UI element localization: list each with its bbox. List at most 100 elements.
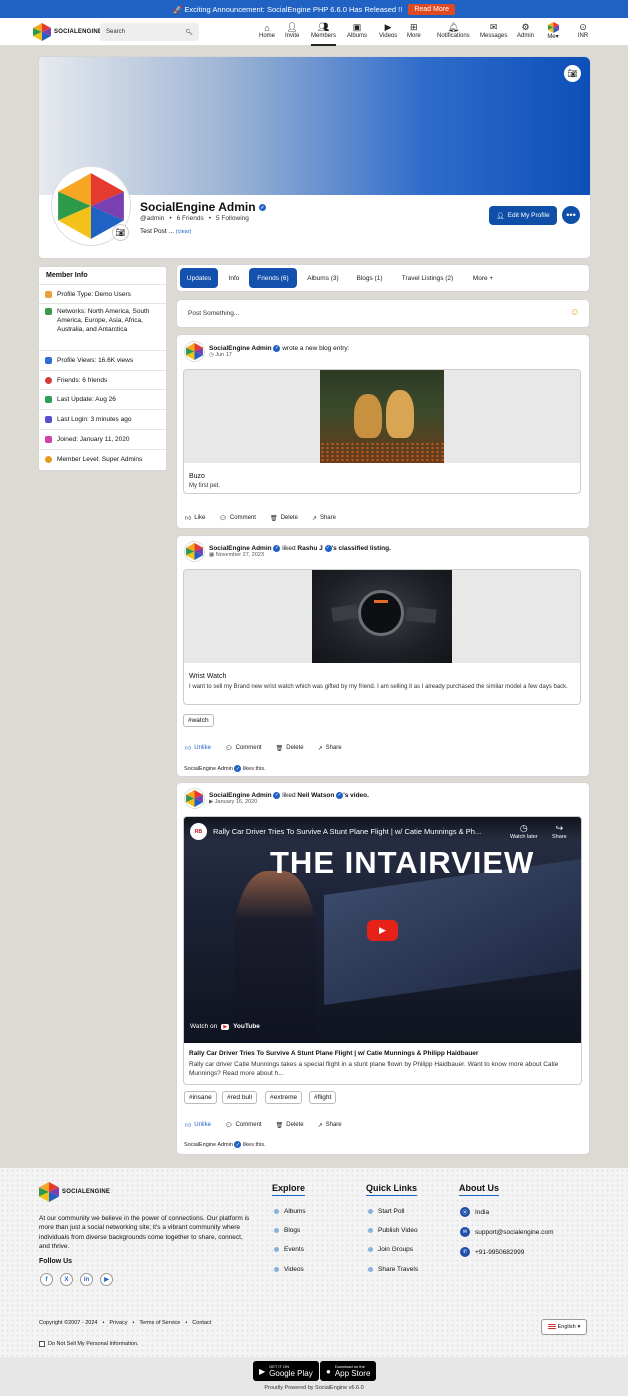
tab-travel-listings[interactable]: Travel Listings (2): [394, 268, 461, 288]
channel-avatar[interactable]: RB: [190, 823, 207, 840]
nav-messages[interactable]: ✉ Messages: [480, 22, 507, 39]
google-play-badge[interactable]: ▶ GET IT ON Google Play: [253, 1361, 319, 1381]
post-author[interactable]: SocialEngine Admin: [209, 545, 272, 552]
footer-link[interactable]: Share Travels: [368, 1266, 418, 1273]
comment-button[interactable]: 💬︎ Comment: [225, 1122, 262, 1129]
nav-videos[interactable]: ▶ Videos: [379, 22, 397, 39]
hashtag[interactable]: #extreme: [265, 1091, 303, 1104]
tab-more[interactable]: More +: [467, 268, 499, 288]
nav-more[interactable]: ⊞ More: [407, 22, 421, 39]
listing-attachment[interactable]: Wrist Watch I want to sell my Brand new …: [183, 569, 581, 705]
delete-button[interactable]: 🗑︎ Delete: [276, 1122, 304, 1129]
footer-link[interactable]: Start Poll: [368, 1208, 404, 1215]
post-author[interactable]: SocialEngine Admin: [209, 792, 272, 799]
site-logo[interactable]: SOCIALENGINE: [33, 23, 102, 41]
watch-on-youtube[interactable]: Watch on ▶ YouTube: [190, 1023, 260, 1030]
share-button[interactable]: ↗ Share: [318, 745, 342, 752]
language-select[interactable]: English ▾: [541, 1319, 587, 1335]
unlike-button[interactable]: 👍︎ Unlike: [185, 1121, 211, 1129]
profile-options-button[interactable]: •••: [562, 206, 580, 224]
likes-user-link[interactable]: SocialEngine Admin: [184, 766, 233, 772]
footer-logo[interactable]: SOCIALENGINE: [39, 1182, 110, 1202]
share-icon: ↗: [317, 1122, 323, 1129]
read-more-button[interactable]: Read More: [408, 3, 455, 15]
contact-phone[interactable]: ✆ +91-9950682999: [460, 1247, 524, 1257]
composer-placeholder[interactable]: Post Something...: [188, 310, 239, 317]
member-info-item: Profile Type: Demo Users: [39, 284, 166, 303]
cover-camera-button[interactable]: 📷︎: [564, 65, 581, 82]
nav-admin[interactable]: ⚙ Admin: [517, 22, 534, 39]
linkedin-icon[interactable]: in: [80, 1273, 93, 1286]
tab-info[interactable]: Info: [222, 268, 246, 288]
watch-later-button[interactable]: ◷ Watch later: [510, 823, 538, 840]
delete-button[interactable]: 🗑︎ Delete: [276, 745, 304, 752]
footer-link[interactable]: Albums: [274, 1208, 306, 1215]
hashtag[interactable]: #insane: [184, 1091, 217, 1104]
profile-username: @admin: [140, 215, 165, 222]
footer-link[interactable]: Videos: [274, 1266, 304, 1273]
video-share-button[interactable]: ↪ Share: [552, 823, 567, 840]
nav-albums[interactable]: ▣ Albums: [347, 22, 367, 39]
nav-members[interactable]: 👥︎ Members: [311, 22, 337, 46]
post-author-avatar[interactable]: [184, 541, 205, 562]
video-title-overlay[interactable]: Rally Car Driver Tries To Survive A Stun…: [213, 827, 505, 836]
video-player[interactable]: RB Rally Car Driver Tries To Survive A S…: [184, 817, 581, 1043]
facebook-icon[interactable]: f: [40, 1273, 53, 1286]
x-twitter-icon[interactable]: X: [60, 1273, 73, 1286]
networks-icon: [45, 308, 52, 315]
nav-me[interactable]: Me▾: [547, 22, 559, 40]
nav-invite[interactable]: 👤︎ Invite: [285, 22, 299, 39]
action-label: Delete: [286, 1122, 304, 1128]
footer-link[interactable]: Publish Video: [368, 1227, 418, 1234]
like-button[interactable]: 👍︎ Like: [185, 514, 205, 522]
footer-link[interactable]: Events: [274, 1246, 304, 1253]
footer-link[interactable]: Blogs: [274, 1227, 300, 1234]
terms-link[interactable]: Terms of Service: [139, 1320, 180, 1326]
youtube-icon[interactable]: ▶: [100, 1273, 113, 1286]
profile-friends-link[interactable]: 6 Friends: [177, 215, 204, 222]
privacy-link[interactable]: Privacy: [109, 1320, 127, 1326]
tab-blogs[interactable]: Blogs (1): [352, 268, 387, 288]
nav-home[interactable]: ⌂ Home: [259, 22, 275, 40]
edit-profile-button[interactable]: 👤︎ Edit My Profile: [489, 206, 557, 225]
hashtag[interactable]: #red bull: [222, 1091, 257, 1104]
post-target[interactable]: Rashu J: [297, 545, 322, 552]
hashtag[interactable]: #flight: [309, 1091, 337, 1104]
post-target[interactable]: Neil Watson: [297, 792, 334, 799]
likes-user-link[interactable]: SocialEngine Admin: [184, 1142, 233, 1148]
nav-notifications[interactable]: 🔔︎ Notifications: [437, 22, 470, 39]
contact-link[interactable]: Contact: [192, 1320, 211, 1326]
share-button[interactable]: ↗ Share: [318, 1122, 342, 1129]
footer-link[interactable]: Join Groups: [368, 1246, 413, 1253]
tab-albums[interactable]: Albums (3): [301, 268, 345, 288]
emoji-icon[interactable]: ☺: [570, 307, 580, 318]
status-clear-link[interactable]: (clear): [176, 229, 192, 235]
app-store-badge[interactable]: ● Download on the App Store: [320, 1361, 377, 1381]
nav-label: INR: [577, 33, 589, 39]
avatar-camera-button[interactable]: 📷︎: [112, 224, 129, 241]
search-icon[interactable]: 🔍︎: [185, 29, 193, 36]
delete-button[interactable]: 🗑︎ Delete: [270, 515, 298, 522]
profile-following-link[interactable]: 5 Following: [216, 215, 249, 222]
tab-friends[interactable]: Friends (6): [249, 268, 297, 288]
search-input[interactable]: Search: [106, 29, 125, 35]
contact-email[interactable]: ✉ support@socialengine.com: [460, 1227, 554, 1237]
search-box[interactable]: Search 🔍︎: [100, 23, 199, 41]
videos-icon: ▶: [384, 22, 392, 32]
post-author[interactable]: SocialEngine Admin: [209, 345, 272, 352]
video-title[interactable]: Rally Car Driver Tries To Survive A Stun…: [189, 1050, 478, 1057]
unlike-button[interactable]: 👍︎ Unlike: [185, 744, 211, 752]
share-button[interactable]: ↗ Share: [312, 515, 336, 522]
post-composer[interactable]: Post Something... ☺: [176, 299, 590, 328]
play-button[interactable]: ▶: [367, 920, 398, 941]
action-label: Like: [194, 515, 206, 521]
nav-currency[interactable]: ⊙ INR: [577, 22, 589, 39]
blog-attachment[interactable]: Buzo My first pet.: [183, 369, 581, 494]
hashtag[interactable]: #watch: [183, 714, 214, 727]
tab-updates[interactable]: Updates: [180, 268, 218, 288]
do-not-sell-checkbox[interactable]: [39, 1341, 45, 1347]
comment-button[interactable]: 💬︎ Comment: [225, 745, 262, 752]
comment-button[interactable]: 💬︎ Comment: [219, 515, 256, 522]
post-author-avatar[interactable]: [184, 788, 205, 809]
post-author-avatar[interactable]: [184, 341, 205, 362]
